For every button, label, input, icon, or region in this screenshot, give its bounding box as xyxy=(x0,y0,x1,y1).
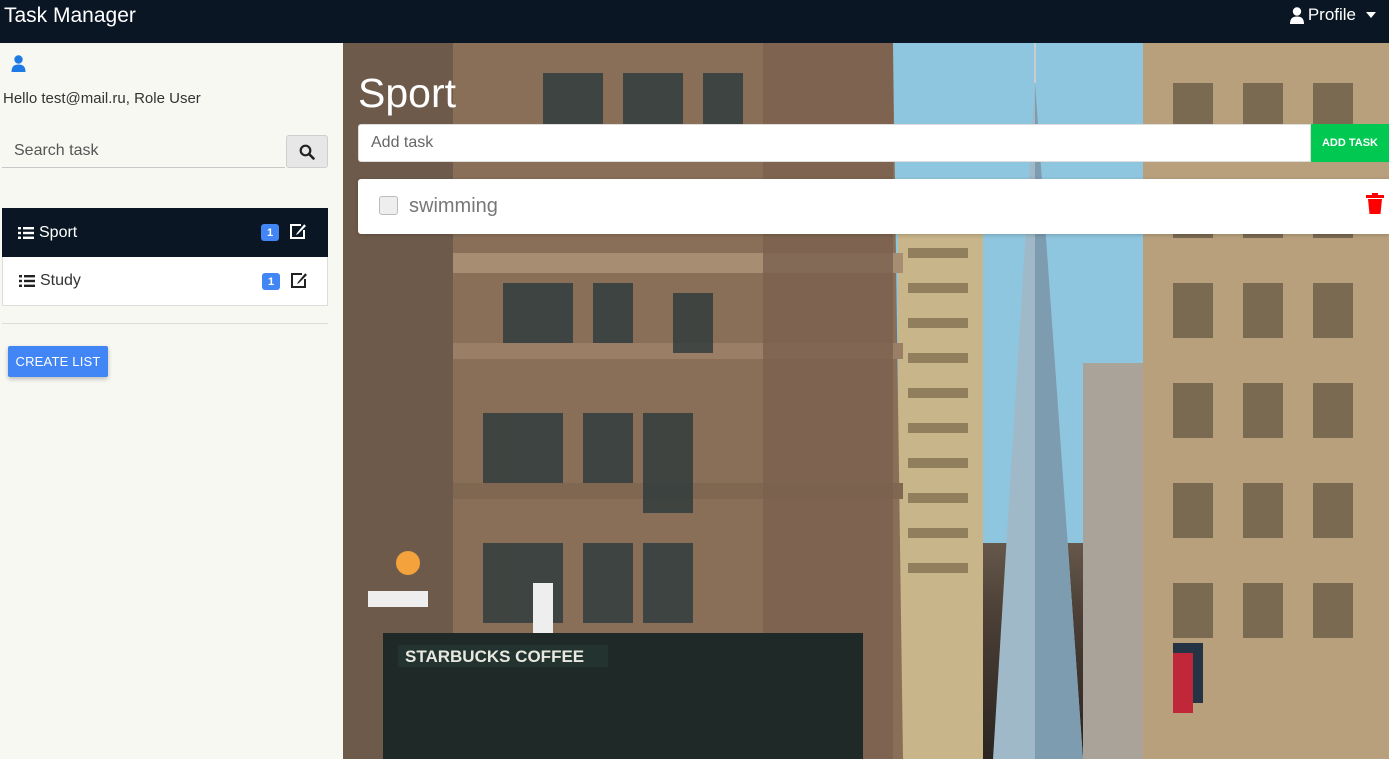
top-navbar: Task Manager Profile xyxy=(0,0,1389,43)
task-checkbox[interactable] xyxy=(379,196,398,215)
user-icon xyxy=(11,55,26,72)
profile-label: Profile xyxy=(1307,5,1356,24)
main-panel: STARBUCKS COFFEE Sport ADD TASK swimming xyxy=(343,43,1389,759)
search-input[interactable] xyxy=(2,135,285,168)
sidebar: Hello test@mail.ru, Role User Sport 1 xyxy=(0,43,343,759)
search-button[interactable] xyxy=(286,135,328,168)
search-bar xyxy=(2,135,328,168)
search-icon xyxy=(299,144,315,160)
edit-icon[interactable] xyxy=(289,271,309,290)
profile-dropdown[interactable]: Profile xyxy=(1289,5,1376,25)
task-text: swimming xyxy=(409,195,498,217)
list-label: Study xyxy=(40,272,81,289)
divider xyxy=(2,323,328,324)
add-task-form: ADD TASK xyxy=(358,124,1389,162)
list-label: Sport xyxy=(39,223,78,241)
list-item-study[interactable]: Study 1 xyxy=(2,257,328,306)
task-item: swimming xyxy=(358,179,1389,234)
add-task-button[interactable]: ADD TASK xyxy=(1311,124,1389,162)
list-icon xyxy=(18,226,34,239)
user-icon xyxy=(1289,6,1304,24)
trash-icon[interactable] xyxy=(1366,193,1384,214)
create-list-button[interactable]: CREATE LIST xyxy=(8,346,108,377)
user-greeting: Hello test@mail.ru, Role User xyxy=(3,90,201,107)
task-lists: Sport 1 Study 1 xyxy=(2,208,328,306)
task-count-badge: 1 xyxy=(261,224,279,241)
edit-icon[interactable] xyxy=(288,222,308,241)
add-task-input[interactable] xyxy=(358,124,1311,162)
caret-down-icon xyxy=(1366,12,1376,18)
list-item-sport[interactable]: Sport 1 xyxy=(2,208,328,257)
page-title: Sport xyxy=(358,70,456,116)
svg-text:STARBUCKS COFFEE: STARBUCKS COFFEE xyxy=(405,647,584,666)
list-icon xyxy=(19,275,35,287)
app-title[interactable]: Task Manager xyxy=(4,4,136,28)
task-count-badge: 1 xyxy=(262,273,280,290)
